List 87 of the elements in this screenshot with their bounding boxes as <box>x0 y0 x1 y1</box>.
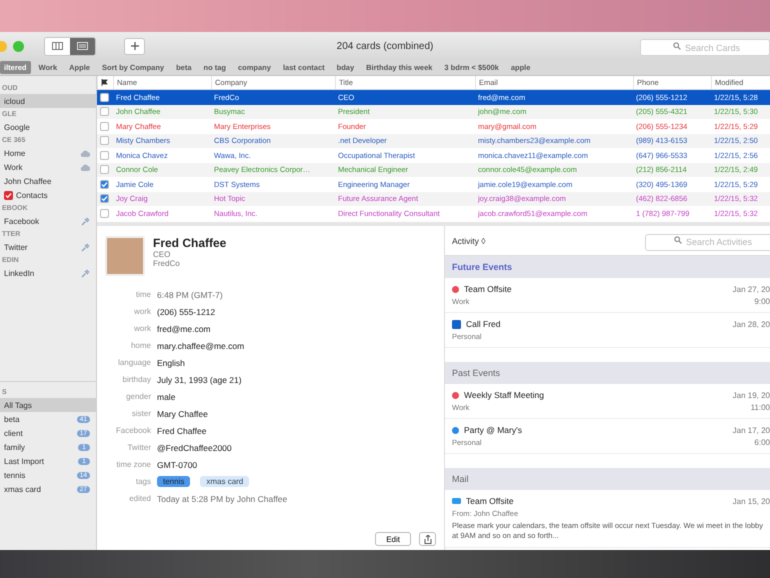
field-value: fred@me.com <box>157 324 211 334</box>
sidebar-item[interactable]: Work <box>0 160 96 174</box>
field-label: Facebook <box>114 426 151 435</box>
item-title: Weekly Staff Meeting <box>464 390 546 400</box>
activity-menu[interactable]: Activity ◊ <box>452 236 486 246</box>
tag-chip[interactable]: xmas card <box>200 476 250 487</box>
photo-placeholder <box>105 236 145 276</box>
edit-button[interactable]: Edit <box>375 532 411 546</box>
sidebar-item[interactable]: Home <box>0 146 96 160</box>
item-date: Jan 27, 20 <box>732 284 770 294</box>
field-value: Mary Chaffee <box>157 408 208 418</box>
contact-title: CEO <box>153 250 172 259</box>
sidebar-item[interactable]: Google <box>0 120 96 134</box>
field-value: (206) 555-1212 <box>157 306 216 316</box>
field-value: Fred Chaffee <box>157 426 206 436</box>
list-view-button[interactable] <box>70 38 95 54</box>
field-label: time zone <box>115 460 151 469</box>
field-value: male <box>157 392 176 402</box>
checkbox[interactable] <box>100 92 109 102</box>
item-title: Call Fred <box>466 319 502 329</box>
item-time: 9:00 <box>754 297 770 306</box>
field-label: language <box>117 358 151 367</box>
field-label: home <box>130 341 151 350</box>
share-icon <box>424 534 432 544</box>
list-icon <box>77 42 88 50</box>
contact-name: Fred Chaffee <box>153 236 226 250</box>
search-field[interactable]: Search Cards <box>640 39 770 56</box>
sidebar-item[interactable]: Contacts <box>0 188 96 202</box>
item-date: Jan 19, 20 <box>732 390 770 400</box>
field-value: GMT-0700 <box>157 460 198 470</box>
field-label: Twitter <box>126 443 151 452</box>
search-icon <box>674 236 682 244</box>
field-label: birthday <box>122 375 151 384</box>
section-heading: Past Events <box>445 362 770 384</box>
section-heading: Mail <box>445 468 770 490</box>
tag-item[interactable]: All Tags <box>0 398 96 412</box>
search-icon <box>673 42 681 50</box>
field-label: time <box>134 290 151 299</box>
columns-view-button[interactable] <box>45 38 70 54</box>
add-button[interactable] <box>124 38 145 54</box>
field-value: mary.chaffee@me.com <box>157 340 244 350</box>
item-date: Jan 17, 20 <box>732 426 770 434</box>
field-label: work <box>133 307 151 316</box>
item-title: Party @ Mary's <box>464 425 523 435</box>
flag-icon <box>101 79 108 86</box>
checkbox[interactable] <box>100 122 109 131</box>
pin-icon <box>81 268 90 278</box>
share-button[interactable] <box>419 532 436 546</box>
tag-chip[interactable]: tennis <box>157 476 190 487</box>
contact-company: FredCo <box>153 259 181 268</box>
item-date: Jan 15, 20 <box>732 496 770 506</box>
pin-icon <box>81 242 90 252</box>
checkmark-icon <box>5 192 12 198</box>
search-field[interactable]: Search Activities <box>645 234 770 250</box>
sidebar-item[interactable]: John Chaffee <box>0 174 96 188</box>
checkbox[interactable] <box>100 194 109 204</box>
plus-icon <box>130 42 138 50</box>
field-value: Today at 5:28 PM by John Chaffee <box>157 494 288 504</box>
field-label: sister <box>130 409 151 418</box>
pin-icon <box>81 216 90 226</box>
checkbox[interactable] <box>4 190 13 200</box>
item-time: 11:00 <box>750 403 770 412</box>
field-label: edited <box>128 494 151 503</box>
item-time: 6:00 <box>754 438 770 447</box>
checkbox[interactable] <box>100 150 109 160</box>
item-title: Team Offsite <box>466 496 515 506</box>
sidebar-item[interactable]: Facebook <box>0 214 96 228</box>
window-title: 204 cards (combined) <box>336 40 434 52</box>
checkbox[interactable] <box>100 136 109 146</box>
field-value: July 31, 1993 (age 21) <box>157 374 242 384</box>
checkbox[interactable] <box>100 208 109 218</box>
checkbox[interactable] <box>100 180 109 189</box>
field-label: gender <box>125 392 151 401</box>
sidebar-item[interactable]: Twitter <box>0 240 96 254</box>
field-value: @FredChaffee2000 <box>157 442 232 452</box>
field-value: English <box>157 358 185 368</box>
section-heading: Future Events <box>445 256 770 278</box>
field-value: 6:48 PM (GMT-7) <box>157 290 223 300</box>
item-date: Jan 28, 20 <box>732 320 770 328</box>
sidebar-item[interactable]: icloud <box>0 94 96 108</box>
columns-icon <box>52 42 63 50</box>
field-label: tags <box>134 477 151 486</box>
checkbox[interactable] <box>100 165 109 174</box>
item-title: Team Offsite <box>464 284 513 294</box>
checkbox[interactable] <box>100 107 109 116</box>
sidebar-item[interactable]: LinkedIn <box>0 266 96 280</box>
field-label: work <box>133 324 151 333</box>
